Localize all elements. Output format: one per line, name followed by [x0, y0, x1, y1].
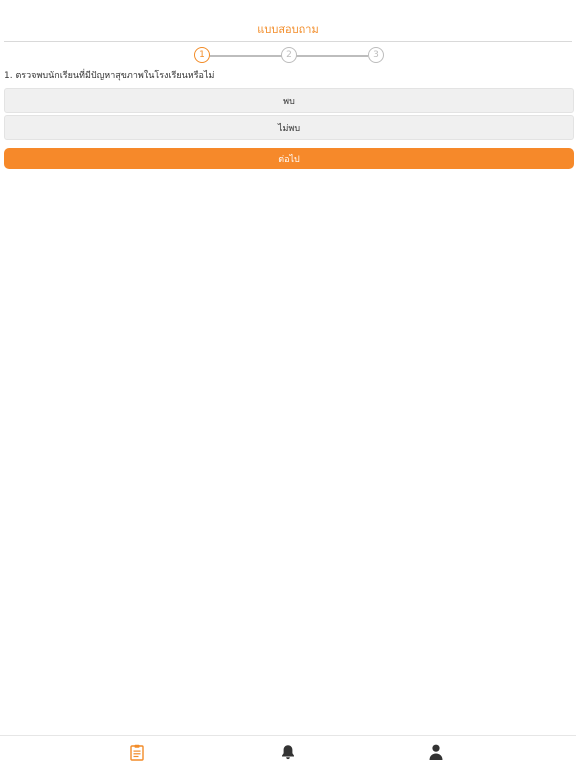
app-root: แบบสอบถาม 1 2 3 1. ตรวจพบนักเรียนที่มีปั…	[0, 0, 576, 768]
clipboard-icon	[130, 744, 144, 761]
header: แบบสอบถาม	[0, 0, 576, 42]
bottom-nav	[0, 735, 576, 768]
option-label: ไม่พบ	[277, 123, 301, 134]
option-not-found-button[interactable]: ไม่พบ	[4, 115, 574, 140]
user-icon	[429, 744, 443, 760]
step-connector	[210, 55, 282, 57]
page-title: แบบสอบถาม	[257, 23, 319, 36]
step-1: 1	[194, 47, 210, 63]
question-text: 1. ตรวจพบนักเรียนที่มีปัญหาสุขภาพในโรงเร…	[4, 71, 215, 81]
header-divider	[4, 41, 572, 42]
nav-item-questionnaire[interactable]	[125, 740, 149, 764]
next-button-label: ต่อไป	[278, 154, 300, 165]
step-2: 2	[281, 47, 297, 63]
step-connector	[296, 55, 368, 57]
option-label: พบ	[283, 96, 295, 107]
next-button[interactable]: ต่อไป	[4, 148, 574, 169]
step-3: 3	[368, 47, 384, 63]
nav-item-notifications[interactable]	[276, 740, 300, 764]
progress-stepper: 1 2 3	[0, 46, 576, 66]
nav-item-profile[interactable]	[424, 740, 448, 764]
option-found-button[interactable]: พบ	[4, 88, 574, 113]
bell-icon	[281, 744, 295, 760]
